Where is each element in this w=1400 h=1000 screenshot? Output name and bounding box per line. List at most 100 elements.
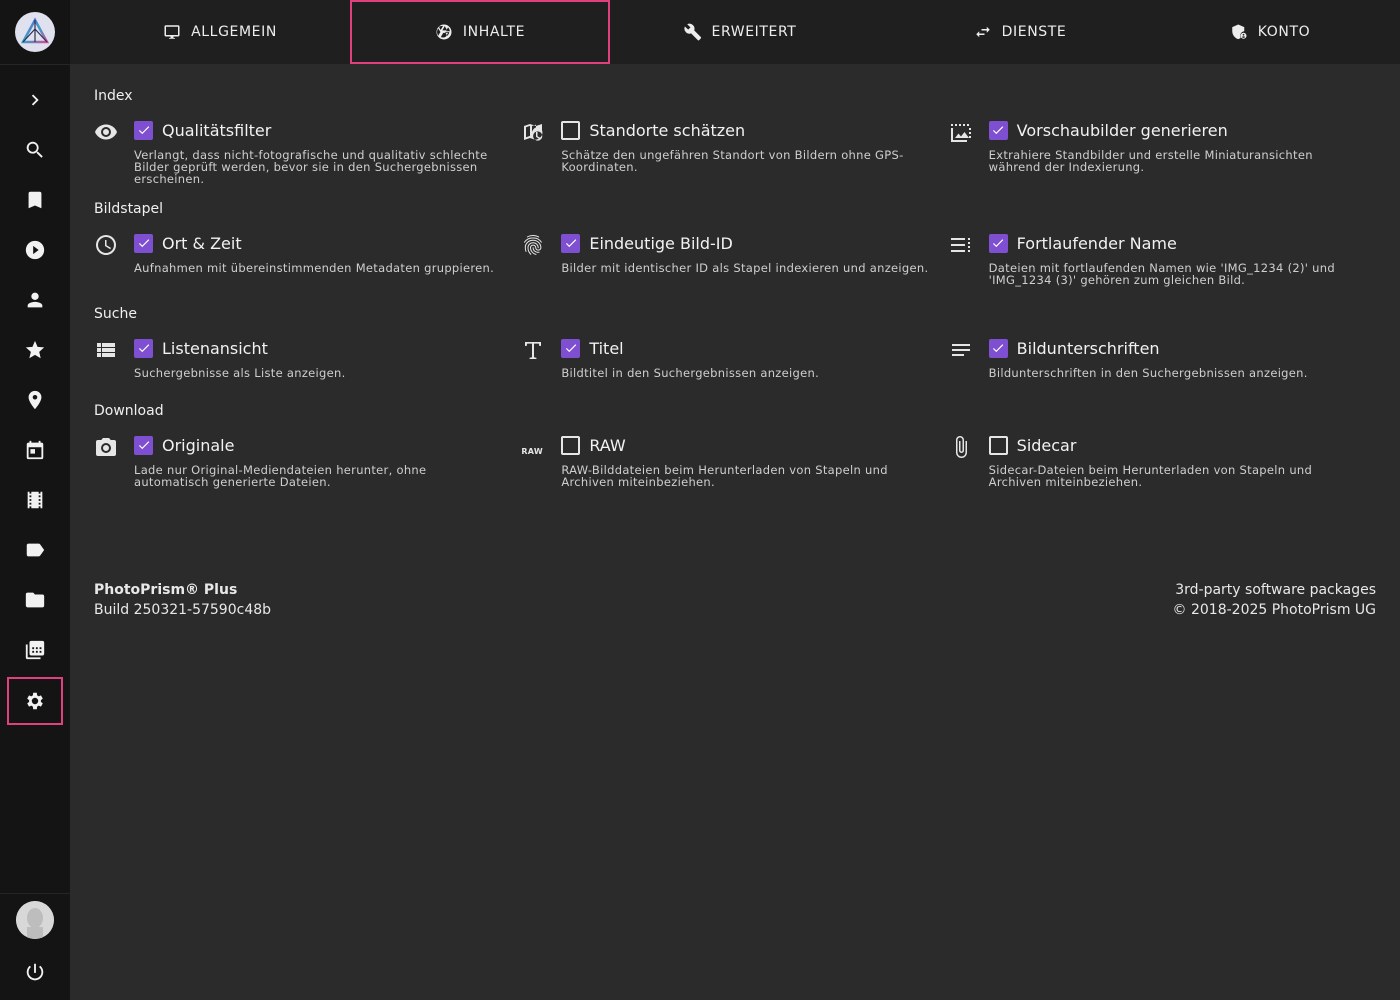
option-estimate-places: Standorte schätzen Schätze den ungefähre… bbox=[521, 118, 948, 185]
option-description: Schätze den ungefähren Standort von Bild… bbox=[561, 148, 904, 174]
quality-filter-checkbox[interactable]: Qualitätsfilter bbox=[134, 118, 501, 142]
checkbox-unchecked[interactable] bbox=[561, 120, 581, 140]
option-label[interactable]: RAW bbox=[589, 436, 625, 455]
checkbox-unchecked[interactable] bbox=[988, 435, 1008, 455]
sidebar-item-search[interactable] bbox=[9, 128, 61, 172]
account-shield-icon bbox=[1232, 24, 1247, 40]
checkbox-checked[interactable] bbox=[561, 338, 581, 358]
sidebar-item-videos[interactable] bbox=[9, 228, 61, 272]
sidebar-item-settings[interactable] bbox=[7, 677, 63, 725]
option-title: Titel Bildtitel in den Suchergebnissen a… bbox=[521, 336, 948, 379]
sidecar-checkbox[interactable]: Sidecar bbox=[988, 433, 1356, 457]
avatar[interactable] bbox=[16, 901, 54, 939]
tab-label: ERWEITERT bbox=[711, 24, 797, 40]
fingerprint-icon bbox=[524, 234, 543, 255]
star-icon bbox=[25, 340, 45, 359]
tab-inhalte[interactable]: INHALTE bbox=[350, 0, 610, 64]
clock-icon bbox=[96, 235, 116, 255]
checkbox-checked[interactable] bbox=[988, 233, 1008, 253]
sidebar-item-labels[interactable] bbox=[9, 528, 61, 572]
tab-allgemein[interactable]: ALLGEMEIN bbox=[90, 0, 350, 64]
sidebar-item-people[interactable] bbox=[9, 278, 61, 322]
option-label[interactable]: Standorte schätzen bbox=[589, 121, 745, 140]
option-unique-id: Eindeutige Bild-ID Bilder mit identische… bbox=[521, 231, 948, 286]
sidebar-item-places[interactable] bbox=[9, 378, 61, 422]
copyright: © 2018-2025 PhotoPrism UG bbox=[1172, 602, 1376, 618]
play-circle-icon bbox=[25, 240, 45, 260]
options-row-index: Qualitätsfilter Verlangt, dass nicht-fot… bbox=[94, 118, 1376, 185]
option-description: Bildunterschriften in den Suchergebnisse… bbox=[988, 366, 1308, 380]
option-description: RAW-Bilddateien beim Herunterladen von S… bbox=[561, 463, 888, 489]
checkbox-checked[interactable] bbox=[134, 435, 153, 455]
option-raw: RAW RAW RAW-Bilddateien beim Herunterlad… bbox=[521, 433, 948, 488]
tab-konto[interactable]: KONTO bbox=[1140, 0, 1400, 64]
section-title-index: Index bbox=[94, 88, 133, 104]
sidebar-divider-top bbox=[0, 64, 70, 65]
captions-checkbox[interactable]: Bildunterschriften bbox=[988, 336, 1356, 360]
checkbox-checked[interactable] bbox=[134, 120, 153, 140]
option-label[interactable]: Eindeutige Bild-ID bbox=[589, 234, 732, 253]
option-captions: Bildunterschriften Bildunterschriften in… bbox=[949, 336, 1376, 379]
title-checkbox[interactable]: Titel bbox=[561, 336, 928, 360]
option-description: Extrahiere Standbilder und erstelle Mini… bbox=[988, 148, 1313, 174]
option-label[interactable]: Titel bbox=[589, 339, 623, 358]
tab-label: ALLGEMEIN bbox=[191, 24, 277, 40]
check-icon bbox=[993, 126, 1004, 135]
option-label[interactable]: Vorschaubilder generieren bbox=[1017, 121, 1228, 140]
section-title-stacks: Bildstapel bbox=[94, 201, 164, 217]
user-silhouette-icon bbox=[16, 901, 54, 939]
originals-checkbox[interactable]: Originale bbox=[134, 433, 501, 457]
option-label[interactable]: Ort & Zeit bbox=[162, 234, 242, 253]
format-list-icon bbox=[950, 238, 970, 252]
third-party-link[interactable]: 3rd-party software packages bbox=[1173, 580, 1376, 600]
checkbox-checked[interactable] bbox=[134, 233, 153, 253]
tab-dienste[interactable]: DIENSTE bbox=[890, 0, 1150, 64]
option-label[interactable]: Originale bbox=[162, 436, 234, 455]
about-footer: PhotoPrism® Plus Build 250321-57590c48b … bbox=[94, 580, 1376, 620]
checkbox-checked[interactable] bbox=[134, 338, 153, 358]
checkbox-checked[interactable] bbox=[561, 233, 581, 253]
estimate-places-checkbox[interactable]: Standorte schätzen bbox=[561, 118, 928, 142]
folder-icon bbox=[25, 592, 45, 608]
raw-checkbox[interactable]: RAW bbox=[561, 433, 928, 457]
map-marker-icon bbox=[28, 390, 42, 410]
option-label[interactable]: Bildunterschriften bbox=[1017, 339, 1160, 358]
option-description: Aufnahmen mit übereinstimmenden Metadate… bbox=[134, 261, 495, 275]
bookmark-icon bbox=[28, 191, 42, 209]
checkbox-unchecked[interactable] bbox=[561, 435, 581, 455]
option-label[interactable]: Qualitätsfilter bbox=[162, 121, 271, 140]
check-icon bbox=[138, 344, 149, 353]
options-row-stacks: Ort & Zeit Aufnahmen mit übereinstimmend… bbox=[94, 231, 1376, 286]
check-icon bbox=[138, 441, 149, 450]
checkbox-checked[interactable] bbox=[988, 338, 1008, 358]
sequential-name-checkbox[interactable]: Fortlaufender Name bbox=[988, 231, 1356, 255]
sidebar-expand-button[interactable] bbox=[9, 78, 61, 122]
unique-id-checkbox[interactable]: Eindeutige Bild-ID bbox=[561, 231, 928, 255]
option-label[interactable]: Listenansicht bbox=[162, 339, 268, 358]
check-icon bbox=[993, 239, 1004, 248]
tab-erweitert[interactable]: ERWEITERT bbox=[610, 0, 870, 64]
map-clock-icon bbox=[524, 124, 543, 141]
logout-button[interactable] bbox=[9, 950, 61, 994]
option-description: Bildtitel in den Suchergebnissen anzeige… bbox=[561, 366, 820, 380]
sidebar-item-folders[interactable] bbox=[9, 578, 61, 622]
option-description: Bilder mit identischer ID als Stapel ind… bbox=[561, 261, 929, 275]
sidebar-item-moments[interactable] bbox=[9, 478, 61, 522]
sidebar-item-library[interactable] bbox=[9, 628, 61, 672]
sidebar-item-favorites[interactable] bbox=[9, 328, 61, 372]
place-time-checkbox[interactable]: Ort & Zeit bbox=[134, 231, 501, 255]
camera-icon bbox=[96, 438, 116, 456]
option-label[interactable]: Fortlaufender Name bbox=[1017, 234, 1177, 253]
option-quality-filter: Qualitätsfilter Verlangt, dass nicht-fot… bbox=[94, 118, 521, 185]
wrench-icon bbox=[683, 23, 701, 41]
list-view-checkbox[interactable]: Listenansicht bbox=[134, 336, 501, 360]
option-label[interactable]: Sidecar bbox=[1017, 436, 1077, 455]
sidebar-item-albums[interactable] bbox=[9, 178, 61, 222]
sidebar bbox=[0, 0, 70, 1000]
sidebar-item-calendar[interactable] bbox=[9, 428, 61, 472]
tab-label: DIENSTE bbox=[1001, 24, 1067, 40]
tab-label: KONTO bbox=[1257, 24, 1311, 40]
checkbox-checked[interactable] bbox=[988, 120, 1008, 140]
generate-previews-checkbox[interactable]: Vorschaubilder generieren bbox=[988, 118, 1356, 142]
photoprism-logo[interactable] bbox=[15, 12, 55, 52]
